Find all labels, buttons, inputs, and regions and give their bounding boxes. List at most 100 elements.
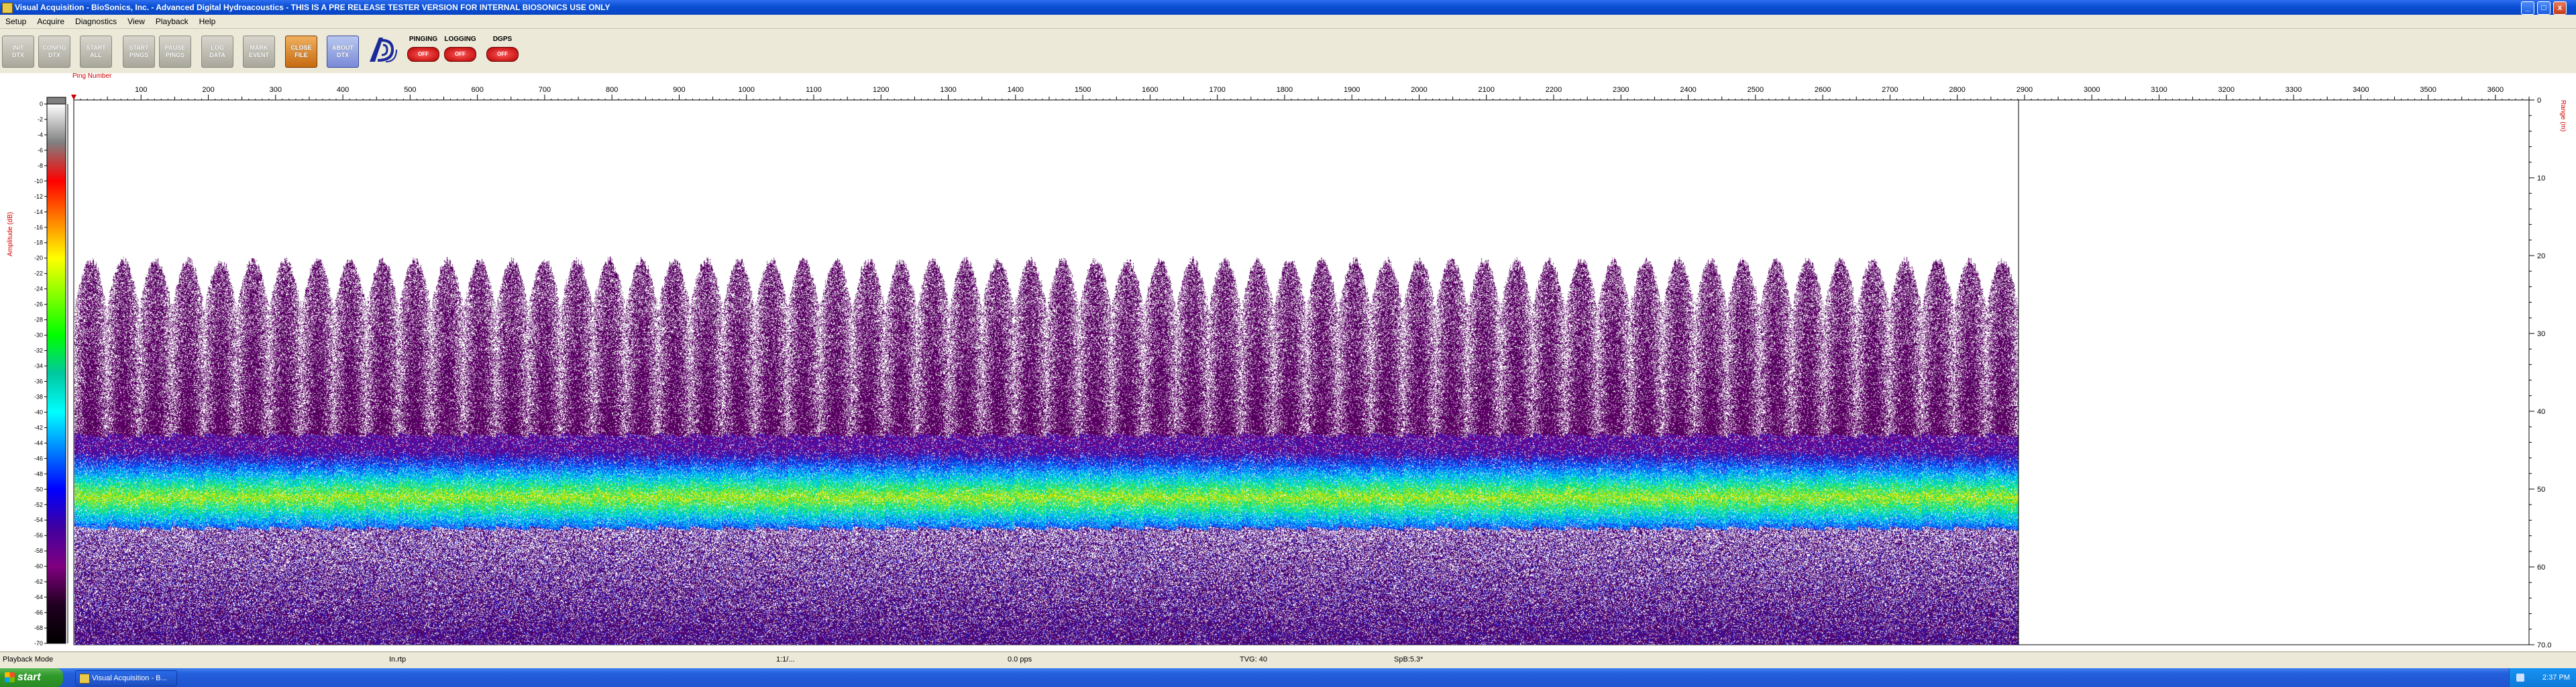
mark-event-button[interactable]: MARK EVENT bbox=[243, 36, 275, 68]
title-bar[interactable]: Visual Acquisition - BioSonics, Inc. - A… bbox=[0, 0, 2576, 15]
amplitude-tick-label: -66 bbox=[34, 609, 43, 616]
range-tick-label: 60 bbox=[2537, 564, 2545, 572]
x-tick-label: 2200 bbox=[1546, 86, 1562, 94]
dgps-indicator: DGPS OFF bbox=[484, 36, 521, 68]
amplitude-tick-label: -40 bbox=[34, 409, 43, 415]
start-pings-button[interactable]: START PINGS bbox=[123, 36, 155, 68]
x-tick-label: 300 bbox=[270, 86, 282, 94]
x-tick-label: 800 bbox=[606, 86, 618, 94]
close-file-button[interactable]: CLOSE FILE bbox=[285, 36, 317, 68]
x-tick-label: 3100 bbox=[2151, 86, 2167, 94]
taskbar-item-visual-acquisition[interactable]: Visual Acquisition - B... bbox=[75, 670, 177, 686]
x-tick-label: 3300 bbox=[2286, 86, 2302, 94]
menu-view[interactable]: View bbox=[122, 15, 150, 28]
amplitude-tick-label: -64 bbox=[34, 594, 43, 600]
button-label: EVENT bbox=[248, 52, 269, 58]
close-button[interactable]: x bbox=[2553, 1, 2567, 15]
network-icon[interactable] bbox=[2516, 674, 2524, 682]
biosonics-logo-icon bbox=[370, 38, 397, 62]
range-tick-label: 10 bbox=[2537, 174, 2545, 182]
button-label: DTX bbox=[337, 52, 349, 58]
menu-acquire[interactable]: Acquire bbox=[32, 15, 70, 28]
x-tick-label: 3400 bbox=[2353, 86, 2369, 94]
amplitude-tick-label: -6 bbox=[38, 147, 43, 154]
amplitude-tick-label: -18 bbox=[34, 240, 43, 246]
range-axis: 0 10 20 30 40 50 60 70.0 bbox=[2529, 97, 2551, 649]
window-title: Visual Acquisition - BioSonics, Inc. - A… bbox=[15, 3, 610, 12]
config-dtx-button[interactable]: CONFIG DTX bbox=[38, 36, 70, 68]
menu-playback[interactable]: Playback bbox=[150, 15, 194, 28]
echogram-chart[interactable]: 0 -2 -4 -6 -8 -10 -12 -14 -16 -18 -20 -22 -24 -26 -28 -… bbox=[0, 72, 2576, 651]
x-tick-label: 600 bbox=[471, 86, 483, 94]
menu-diagnostics[interactable]: Diagnostics bbox=[70, 15, 122, 28]
button-label: LOG bbox=[211, 44, 224, 51]
amplitude-axis-label: Amplitude (dB) bbox=[7, 212, 14, 256]
range-tick-label: 20 bbox=[2537, 252, 2545, 260]
range-tick-label: 50 bbox=[2537, 486, 2545, 494]
start-button[interactable]: start bbox=[0, 668, 63, 687]
amplitude-tick-label: -30 bbox=[34, 332, 43, 339]
button-label: PAUSE bbox=[164, 44, 186, 51]
indicator-state: OFF bbox=[486, 47, 519, 62]
button-label: FILE bbox=[294, 52, 308, 58]
button-label: MARK bbox=[250, 44, 268, 51]
amplitude-tick-label: -12 bbox=[34, 193, 43, 200]
button-label: CONFIG bbox=[42, 44, 66, 51]
ping-start-marker-icon bbox=[71, 95, 76, 100]
status-file: In.rtp bbox=[389, 655, 407, 664]
about-dtx-button[interactable]: ABOUT DTX bbox=[327, 36, 359, 68]
x-tick-label: 1400 bbox=[1008, 86, 1024, 94]
x-tick-label: 1800 bbox=[1277, 86, 1293, 94]
echogram-panel[interactable]: 0 -2 -4 -6 -8 -10 -12 -14 -16 -18 -20 -22 -24 -26 -28 -… bbox=[0, 72, 2576, 651]
palette-bar[interactable] bbox=[46, 103, 66, 644]
amplitude-tick-label: -50 bbox=[34, 486, 43, 492]
amplitude-tick-label: -10 bbox=[34, 178, 43, 184]
status-tvg: TVG: 40 bbox=[1240, 655, 1267, 664]
amplitude-tick-label: -52 bbox=[34, 501, 43, 508]
indicator-label: PINGING bbox=[409, 36, 438, 43]
pinging-indicator: PINGING OFF bbox=[405, 36, 441, 68]
x-tick-label: 3500 bbox=[2420, 86, 2436, 94]
x-tick-label: 1500 bbox=[1075, 86, 1091, 94]
menu-help[interactable]: Help bbox=[194, 15, 221, 28]
range-tick-label: 70.0 bbox=[2537, 641, 2551, 649]
x-tick-label: 700 bbox=[539, 86, 551, 94]
x-tick-label: 100 bbox=[135, 86, 147, 94]
init-dtx-button[interactable]: INIT DTX bbox=[2, 36, 34, 68]
x-tick-label: 500 bbox=[404, 86, 416, 94]
button-label: ALL bbox=[90, 52, 102, 58]
amplitude-palette-legend: 0 -2 -4 -6 -8 -10 -12 -14 -16 -18 -20 -22 -24 -26 -28 -… bbox=[34, 97, 68, 647]
button-label: PINGS bbox=[165, 52, 184, 58]
button-label: CLOSE bbox=[290, 44, 312, 51]
x-tick-label: 2900 bbox=[2017, 86, 2033, 94]
button-label: INIT bbox=[12, 44, 24, 51]
start-all-button[interactable]: START ALL bbox=[80, 36, 112, 68]
x-tick-label: 1700 bbox=[1209, 86, 1225, 94]
x-tick-label: 1000 bbox=[738, 86, 754, 94]
amplitude-tick-label: -26 bbox=[34, 301, 43, 308]
pause-pings-button[interactable]: PAUSE PINGS bbox=[159, 36, 191, 68]
maximize-button[interactable]: □ bbox=[2537, 1, 2551, 15]
log-data-button[interactable]: LOG DATA bbox=[201, 36, 233, 68]
amplitude-tick-label: -62 bbox=[34, 578, 43, 585]
button-label: START bbox=[86, 44, 106, 51]
clock: 2:37 PM bbox=[2542, 674, 2570, 682]
status-mode: Playback Mode bbox=[3, 655, 54, 664]
x-tick-label: 900 bbox=[673, 86, 685, 94]
start-label: start bbox=[17, 672, 41, 683]
button-label: PINGS bbox=[129, 52, 148, 58]
x-tick-label: 2700 bbox=[1882, 86, 1898, 94]
status-position: 1:1/... bbox=[776, 655, 795, 664]
amplitude-tick-label: -28 bbox=[34, 317, 43, 323]
amplitude-tick-label: -44 bbox=[34, 439, 43, 446]
x-tick-label: 1900 bbox=[1344, 86, 1360, 94]
x-tick-label: 3200 bbox=[2218, 86, 2235, 94]
x-tick-label: 2600 bbox=[1815, 86, 1831, 94]
x-tick-label: 2300 bbox=[1613, 86, 1629, 94]
button-label: DATA bbox=[209, 52, 225, 58]
menu-setup[interactable]: Setup bbox=[0, 15, 32, 28]
amplitude-tick-label: -16 bbox=[34, 224, 43, 231]
x-tick-label: 2000 bbox=[1411, 86, 1427, 94]
amplitude-tick-label: -4 bbox=[38, 131, 43, 138]
minimize-button[interactable]: _ bbox=[2521, 1, 2534, 15]
